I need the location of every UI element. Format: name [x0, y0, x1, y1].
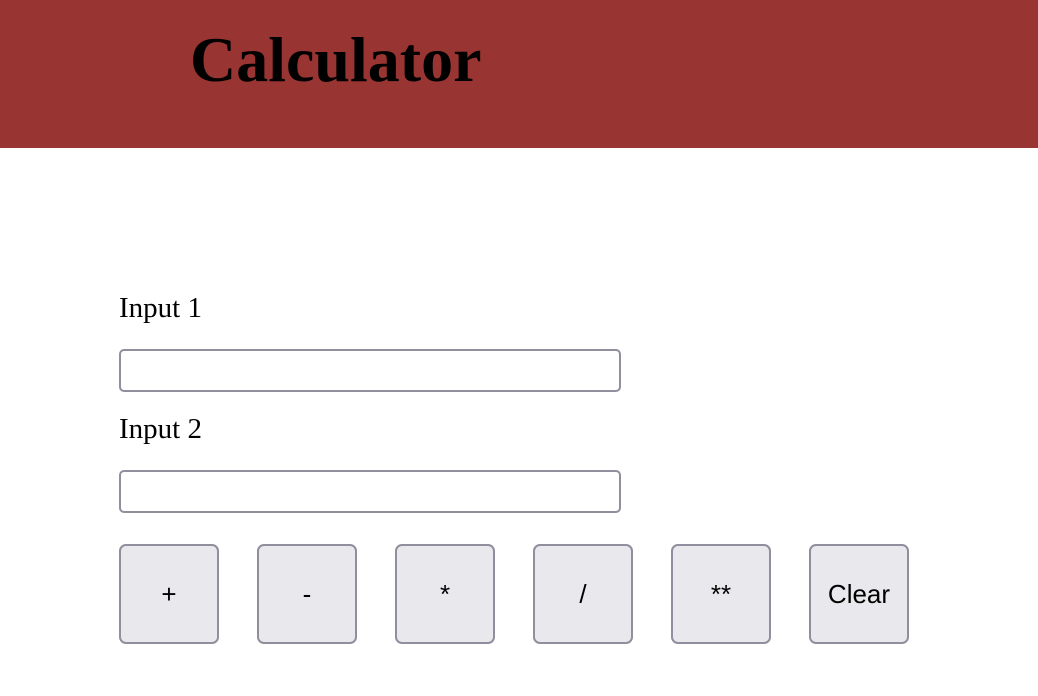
- page-title: Calculator: [190, 24, 482, 95]
- input-1-label: Input 1: [119, 292, 202, 324]
- input-2-field[interactable]: [119, 470, 621, 513]
- input-1-field[interactable]: [119, 349, 621, 392]
- operation-buttons: + - * / ** Clear: [119, 544, 909, 644]
- clear-button[interactable]: Clear: [809, 544, 909, 644]
- add-button[interactable]: +: [119, 544, 219, 644]
- multiply-button[interactable]: *: [395, 544, 495, 644]
- input-2-label: Input 2: [119, 413, 202, 445]
- power-button[interactable]: **: [671, 544, 771, 644]
- divide-button[interactable]: /: [533, 544, 633, 644]
- app-header: Calculator: [0, 0, 1038, 148]
- subtract-button[interactable]: -: [257, 544, 357, 644]
